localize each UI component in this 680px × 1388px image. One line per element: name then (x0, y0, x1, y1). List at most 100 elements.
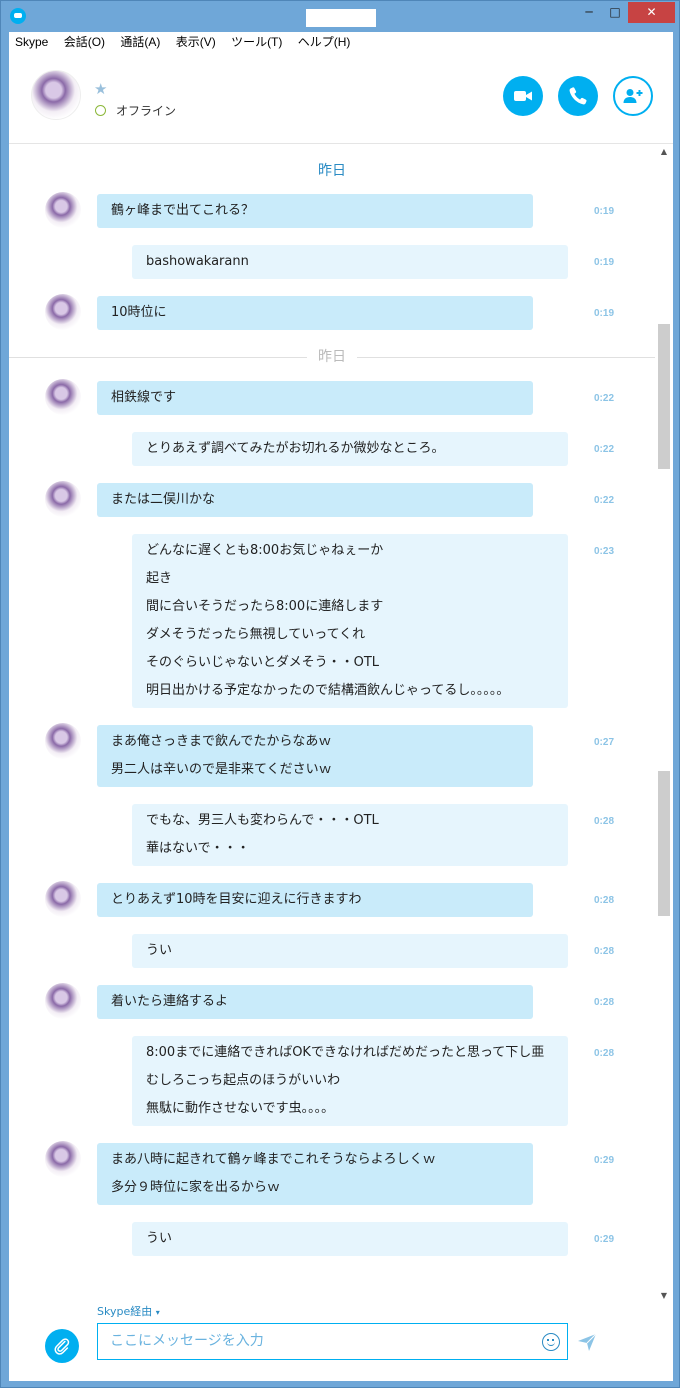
offline-status-icon (95, 105, 106, 116)
sender-avatar[interactable] (45, 294, 81, 330)
maximize-button[interactable]: □ (602, 2, 628, 23)
sender-avatar[interactable] (45, 723, 81, 759)
scroll-thumb[interactable] (658, 324, 670, 469)
message-text: とりあえず調べてみたがお切れるか微妙なところ。 (146, 441, 445, 456)
message-bubble: 鶴ヶ峰まで出てこれる？ (97, 194, 533, 228)
message-timestamp: 0:28 (594, 816, 615, 827)
menu-help[interactable]: ヘルプ(H) (292, 32, 357, 50)
menu-tools[interactable]: ツール(T) (225, 32, 288, 50)
outgoing-message[interactable]: うい 0:29 (9, 1222, 655, 1256)
menu-conversation[interactable]: 会話(O) (58, 32, 111, 50)
incoming-message[interactable]: まあ八時に起きれて鶴ヶ峰までこれそうならよろしくｗ 多分９時位に家を出るからｗ 0:… (9, 1141, 655, 1205)
message-timestamp: 0:28 (594, 997, 615, 1008)
date-separator: 昨日 (9, 347, 655, 367)
message-bubble: とりあえず10時を目安に迎えに行きますわ (97, 883, 533, 917)
incoming-message[interactable]: 着いたら連絡するよ 0:28 (9, 983, 655, 1019)
sender-avatar[interactable] (45, 1141, 81, 1177)
message-text: bashowakarann (146, 254, 249, 269)
sender-avatar[interactable] (45, 881, 81, 917)
star-icon[interactable]: ★ (94, 80, 107, 98)
message-text: どんなに遅くとも8:00お気じゃねぇーか (146, 543, 384, 558)
incoming-message[interactable]: または二俣川かな 0:22 (9, 481, 655, 517)
incoming-message[interactable]: まあ俺さっきまで飲んでたからなあｗ 男二人は辛いので是非来てくださいｗ 0:27 (9, 723, 655, 787)
message-text: 鶴ヶ峰まで出てこれる？ (111, 203, 255, 218)
message-timestamp: 0:28 (594, 895, 615, 906)
message-bubble: うい (132, 934, 568, 968)
message-bubble: または二俣川かな (97, 483, 533, 517)
conversation-header: ★ オフライン (9, 52, 673, 144)
message-bubble: 相鉄線です (97, 381, 533, 415)
window-title (306, 9, 376, 27)
send-via-selector[interactable]: Skype経由 ▾ (97, 1303, 160, 1319)
phone-icon (569, 87, 587, 105)
message-text: 無駄に動作させないです虫。。。。 (146, 1101, 335, 1116)
sender-avatar[interactable] (45, 983, 81, 1019)
message-bubble: うい (132, 1222, 568, 1256)
attach-button[interactable] (45, 1329, 79, 1363)
scroll-thumb[interactable] (658, 771, 670, 916)
paperclip-icon (54, 1338, 70, 1355)
message-text: とりあえず10時を目安に迎えに行きますわ (111, 892, 362, 907)
incoming-message[interactable]: とりあえず10時を目安に迎えに行きますわ 0:28 (9, 881, 655, 917)
message-timestamp: 0:19 (594, 206, 615, 217)
message-text: まあ俺さっきまで飲んでたからなあｗ (111, 734, 332, 749)
message-text: むしろこっち起点のほうがいいわ (146, 1073, 341, 1088)
emoticon-icon[interactable] (542, 1333, 560, 1351)
outgoing-message[interactable]: bashowakarann 0:19 (9, 245, 655, 279)
message-text: 多分９時位に家を出るからｗ (111, 1180, 281, 1195)
message-text: 男二人は辛いので是非来てくださいｗ (111, 762, 332, 777)
add-person-icon (623, 89, 643, 103)
message-bubble: とりあえず調べてみたがお切れるか微妙なところ。 (132, 432, 568, 466)
skype-app-icon[interactable] (10, 8, 26, 24)
incoming-message[interactable]: 相鉄線です 0:22 (9, 379, 655, 415)
message-input-box (97, 1323, 568, 1360)
message-text: 相鉄線です (111, 390, 177, 405)
message-text: でもな、男三人も変わらんで・・・OTL (146, 813, 379, 828)
scroll-up-arrow-icon[interactable]: ▲ (655, 144, 673, 160)
audio-call-button[interactable] (558, 76, 598, 116)
contact-avatar[interactable] (31, 70, 81, 120)
close-button[interactable]: ✕ (628, 2, 675, 23)
incoming-message[interactable]: 鶴ヶ峰まで出てこれる？ 0:19 (9, 192, 655, 228)
message-list[interactable]: 昨日 昨日 鶴ヶ峰まで出てこれる？ 0:19 bashowakarann 0:19 10… (9, 144, 655, 1299)
minimize-button[interactable]: ─ (576, 2, 602, 23)
message-timestamp: 0:27 (594, 737, 615, 748)
outgoing-message[interactable]: うい 0:28 (9, 934, 655, 968)
add-people-button[interactable] (613, 76, 653, 116)
conversation-pane: ★ オフライン 昨日 昨日 鶴ヶ峰まで出てこれる？ 0:19 bashowakara… (9, 52, 673, 1381)
menu-view[interactable]: 表示(V) (170, 32, 222, 50)
sender-avatar[interactable] (45, 379, 81, 415)
send-icon[interactable] (577, 1332, 597, 1352)
message-timestamp: 0:19 (594, 308, 615, 319)
message-text: 10時位に (111, 305, 167, 320)
message-timestamp: 0:28 (594, 1048, 615, 1059)
outgoing-message[interactable]: 8:00までに連絡できればOKできなければだめだったと思って下し亜 むしろこっち起… (9, 1036, 655, 1126)
incoming-message[interactable]: 10時位に 0:19 (9, 294, 655, 330)
outgoing-message[interactable]: とりあえず調べてみたがお切れるか微妙なところ。 0:22 (9, 432, 655, 466)
message-text: ダメそうだったら無視していってくれ (146, 627, 366, 642)
message-bubble: でもな、男三人も変わらんで・・・OTL 華はないで・・・ (132, 804, 568, 866)
message-bubble: bashowakarann (132, 245, 568, 279)
outgoing-message[interactable]: どんなに遅くとも8:00お気じゃねぇーか 起き 間に合いそうだったら8:00に連絡し… (9, 534, 655, 708)
message-bubble: 8:00までに連絡できればOKできなければだめだったと思って下し亜 むしろこっち起… (132, 1036, 568, 1126)
send-via-label: Skype経由 (97, 1305, 153, 1318)
message-timestamp: 0:22 (594, 444, 615, 455)
message-text: そのぐらいじゃないとダメそう・・OTL (146, 655, 380, 670)
video-call-button[interactable] (503, 76, 543, 116)
outgoing-message[interactable]: でもな、男三人も変わらんで・・・OTL 華はないで・・・ 0:28 (9, 804, 655, 866)
skype-window: ─ □ ✕ Skype 会話(O) 通話(A) 表示(V) ツール(T) ヘルプ… (0, 0, 680, 1388)
message-bubble: どんなに遅くとも8:00お気じゃねぇーか 起き 間に合いそうだったら8:00に連絡し… (132, 534, 568, 708)
sender-avatar[interactable] (45, 192, 81, 228)
sender-avatar[interactable] (45, 481, 81, 517)
message-text: 着いたら連絡するよ (111, 994, 229, 1009)
menu-call[interactable]: 通話(A) (114, 32, 166, 50)
message-timestamp: 0:28 (594, 946, 615, 957)
message-timestamp: 0:23 (594, 546, 615, 557)
title-bar: ─ □ ✕ (1, 1, 680, 33)
message-bubble: 10時位に (97, 296, 533, 330)
menu-bar: Skype 会話(O) 通話(A) 表示(V) ツール(T) ヘルプ(H) (9, 32, 673, 52)
menu-skype[interactable]: Skype (9, 32, 54, 50)
message-timestamp: 0:22 (594, 495, 615, 506)
message-input[interactable] (110, 1330, 530, 1352)
message-scrollbar[interactable]: ▲ ▼ (655, 144, 673, 1304)
